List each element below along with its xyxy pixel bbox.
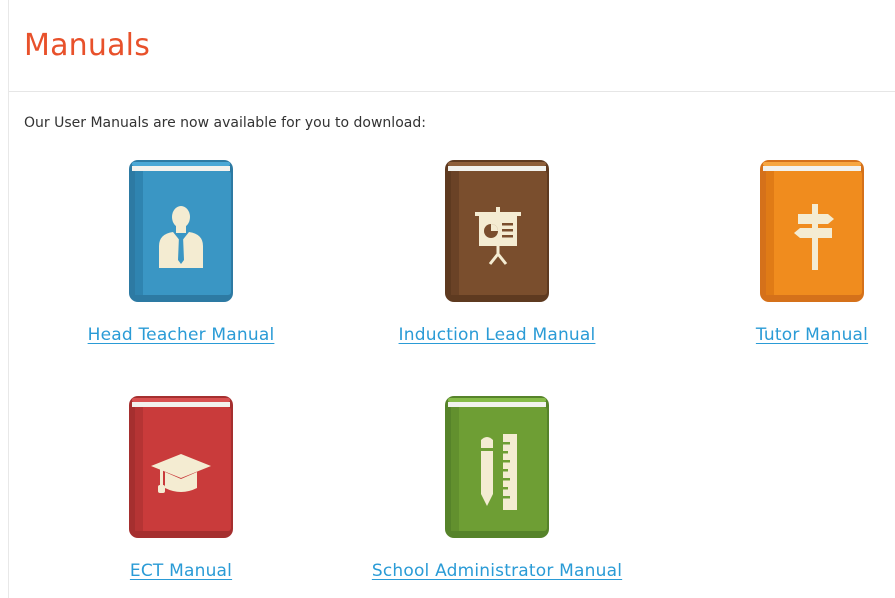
tutor-manual-link[interactable]: Tutor Manual <box>756 325 868 345</box>
school-administrator-manual-link[interactable]: School Administrator Manual <box>372 561 622 581</box>
manual-tutor[interactable]: Tutor Manual <box>682 160 895 345</box>
graduation-cap-icon[interactable] <box>129 396 233 538</box>
page-title: Manuals <box>24 28 151 63</box>
ect-manual-link[interactable]: ECT Manual <box>130 561 232 581</box>
teacher-person-icon[interactable] <box>129 160 233 302</box>
manual-head-teacher[interactable]: Head Teacher Manual <box>51 160 311 345</box>
intro-text: Our User Manuals are now available for y… <box>24 115 426 131</box>
title-divider <box>9 91 895 92</box>
manual-ect[interactable]: ECT Manual <box>51 396 311 581</box>
manual-school-administrator[interactable]: School Administrator Manual <box>367 396 627 581</box>
signpost-icon[interactable] <box>760 160 864 302</box>
presentation-board-icon[interactable] <box>445 160 549 302</box>
head-teacher-manual-link[interactable]: Head Teacher Manual <box>88 325 275 345</box>
induction-lead-manual-link[interactable]: Induction Lead Manual <box>399 325 596 345</box>
manual-induction-lead[interactable]: Induction Lead Manual <box>367 160 627 345</box>
pencil-ruler-icon[interactable] <box>445 396 549 538</box>
